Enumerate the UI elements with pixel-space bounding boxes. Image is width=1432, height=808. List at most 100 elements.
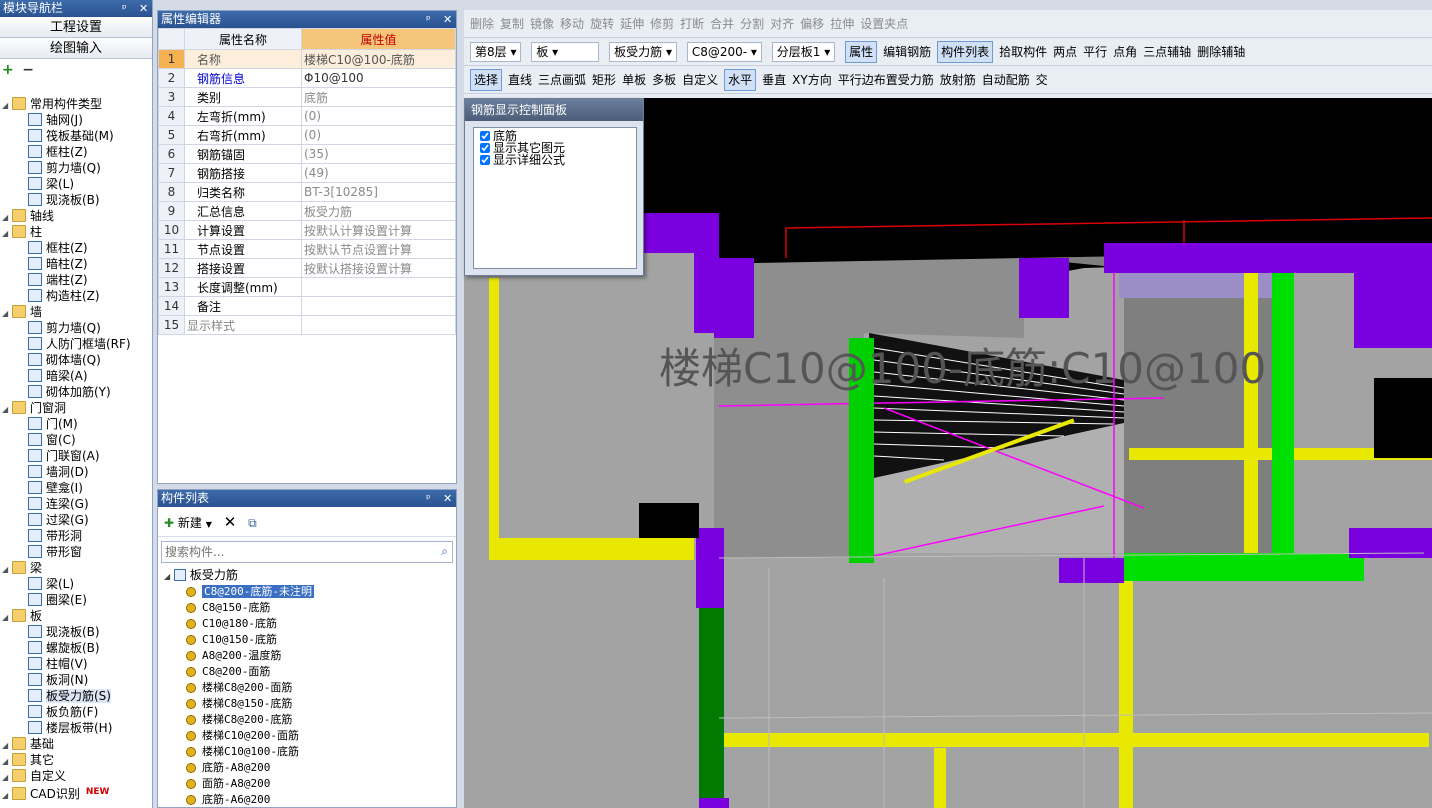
property-row[interactable]: 8 归类名称 BT-3[10285]: [158, 182, 456, 202]
toolbar-button[interactable]: 移动: [560, 10, 584, 37]
tree-item[interactable]: 暗柱(Z): [0, 256, 152, 272]
subtype-select[interactable]: 板受力筋 ▾: [609, 42, 677, 62]
component-item[interactable]: C8@200-面筋: [178, 664, 456, 680]
tree-item[interactable]: 梁(L): [0, 576, 152, 592]
tree-item[interactable]: 柱帽(V): [0, 656, 152, 672]
toolbar-button[interactable]: 三点辅轴: [1143, 38, 1191, 65]
property-value[interactable]: 楼梯C10@100-底筋: [301, 49, 456, 69]
toolbar-button[interactable]: 编辑钢筋: [883, 38, 931, 65]
tree-item[interactable]: 板受力筋(S): [0, 688, 152, 704]
property-value[interactable]: Φ10@100: [301, 68, 456, 88]
component-item[interactable]: C10@150-底筋: [178, 632, 456, 648]
expand-arrow-icon[interactable]: ◢: [2, 788, 12, 804]
pin-icon[interactable]: ᵖ: [426, 11, 431, 28]
tree-item[interactable]: 框柱(Z): [0, 144, 152, 160]
component-item[interactable]: 面筋-A8@200: [178, 776, 456, 792]
show-other-checkbox[interactable]: [480, 143, 490, 153]
component-item[interactable]: 楼梯C10@200-面筋: [178, 728, 456, 744]
property-value[interactable]: [301, 315, 456, 335]
tree-item[interactable]: 窗(C): [0, 432, 152, 448]
toolbar-button[interactable]: 合并: [710, 10, 734, 37]
tree-folder[interactable]: ◢ 常用构件类型: [0, 96, 152, 112]
delete-icon[interactable]: ✕: [224, 513, 237, 531]
component-item[interactable]: 楼梯C8@150-底筋: [178, 696, 456, 712]
copy-icon[interactable]: ⧉: [248, 516, 257, 530]
tree-item[interactable]: 带形窗: [0, 544, 152, 560]
toolbar-button[interactable]: 交: [1036, 66, 1048, 93]
tree-item[interactable]: 螺旋板(B): [0, 640, 152, 656]
toolbar-button[interactable]: 放射筋: [940, 66, 976, 93]
toolbar-button[interactable]: 拉伸: [830, 10, 854, 37]
tree-item[interactable]: 连梁(G): [0, 496, 152, 512]
tree-item[interactable]: 筏板基础(M): [0, 128, 152, 144]
property-value[interactable]: 底筋: [301, 87, 456, 107]
layer-select[interactable]: 分层板1 ▾: [771, 42, 836, 62]
toolbar-button[interactable]: 删除辅轴: [1197, 38, 1245, 65]
toolbar-button[interactable]: 复制: [500, 10, 524, 37]
component-item[interactable]: C8@150-底筋: [178, 600, 456, 616]
close-icon[interactable]: ✕: [139, 0, 148, 17]
component-item[interactable]: C10@180-底筋: [178, 616, 456, 632]
toolbar-button[interactable]: 两点: [1053, 38, 1077, 65]
tree-item[interactable]: 轴网(J): [0, 112, 152, 128]
property-value[interactable]: 按默认计算设置计算: [301, 220, 456, 240]
property-value[interactable]: [301, 277, 456, 297]
property-value[interactable]: (0): [301, 125, 456, 145]
tree-item[interactable]: 壁龛(I): [0, 480, 152, 496]
tree-folder[interactable]: ◢ 墙: [0, 304, 152, 320]
tree-item[interactable]: 现浇板(B): [0, 624, 152, 640]
property-row[interactable]: 3 类别 底筋: [158, 87, 456, 107]
component-item[interactable]: 底筋-A8@200: [178, 760, 456, 776]
toolbar-button[interactable]: 删除: [470, 10, 494, 37]
tree-folder[interactable]: ◢ 门窗洞: [0, 400, 152, 416]
component-item[interactable]: 楼梯C8@200-面筋: [178, 680, 456, 696]
toolbar-button[interactable]: 拾取构件: [999, 38, 1047, 65]
spec-select[interactable]: C8@200- ▾: [686, 42, 762, 62]
toolbar-button[interactable]: XY方向: [792, 66, 832, 93]
property-value[interactable]: 按默认搭接设置计算: [301, 258, 456, 278]
toolbar-button[interactable]: 三点画弧: [538, 66, 586, 93]
component-root-node[interactable]: ◢ 板受力筋: [158, 567, 456, 584]
tree-item[interactable]: 门(M): [0, 416, 152, 432]
component-item[interactable]: 底筋-A6@200: [178, 792, 456, 808]
property-row[interactable]: 14 备注: [158, 296, 456, 316]
property-row[interactable]: 15 显示样式: [158, 315, 456, 335]
drawing-input-button[interactable]: 绘图输入: [0, 38, 152, 59]
toolbar-button[interactable]: 对齐: [770, 10, 794, 37]
toolbar-button[interactable]: 垂直: [762, 66, 786, 93]
tree-item[interactable]: 砌体加筋(Y): [0, 384, 152, 400]
property-row[interactable]: 2 钢筋信息 Φ10@100: [158, 68, 456, 88]
toolbar-button[interactable]: 平行: [1083, 38, 1107, 65]
tree-item[interactable]: 人防门框墙(RF): [0, 336, 152, 352]
tree-item[interactable]: 现浇板(B): [0, 192, 152, 208]
tree-folder[interactable]: ◢ 梁: [0, 560, 152, 576]
close-icon[interactable]: ✕: [443, 11, 452, 28]
close-icon[interactable]: ✕: [443, 490, 452, 507]
property-row[interactable]: 9 汇总信息 板受力筋: [158, 201, 456, 221]
property-value[interactable]: BT-3[10285]: [301, 182, 456, 202]
toolbar-button[interactable]: 修剪: [650, 10, 674, 37]
tree-folder[interactable]: ◢ 柱: [0, 224, 152, 240]
toolbar-button[interactable]: 设置夹点: [860, 10, 908, 37]
toolbar-button[interactable]: 平行边布置受力筋: [838, 66, 934, 93]
property-value[interactable]: (0): [301, 106, 456, 126]
tree-item[interactable]: 墙洞(D): [0, 464, 152, 480]
toolbar-button[interactable]: 延伸: [620, 10, 644, 37]
tree-item[interactable]: 框柱(Z): [0, 240, 152, 256]
tree-item[interactable]: 带形洞: [0, 528, 152, 544]
tree-item[interactable]: 板洞(N): [0, 672, 152, 688]
property-row[interactable]: 4 左弯折(mm) (0): [158, 106, 456, 126]
toolbar-button[interactable]: 偏移: [800, 10, 824, 37]
tree-folder[interactable]: ◢ 自定义: [0, 768, 152, 784]
toolbar-button[interactable]: 矩形: [592, 66, 616, 93]
toolbar-button[interactable]: 打断: [680, 10, 704, 37]
property-row[interactable]: 12 搭接设置 按默认搭接设置计算: [158, 258, 456, 278]
property-row[interactable]: 13 长度调整(mm): [158, 277, 456, 297]
option-show-formula[interactable]: 显示详细公式: [480, 154, 630, 166]
tree-item[interactable]: 梁(L): [0, 176, 152, 192]
property-row[interactable]: 5 右弯折(mm) (0): [158, 125, 456, 145]
property-value[interactable]: 板受力筋: [301, 201, 456, 221]
project-settings-button[interactable]: 工程设置: [0, 17, 152, 38]
pin-icon[interactable]: ᵖ: [426, 490, 431, 507]
property-value[interactable]: (35): [301, 144, 456, 164]
